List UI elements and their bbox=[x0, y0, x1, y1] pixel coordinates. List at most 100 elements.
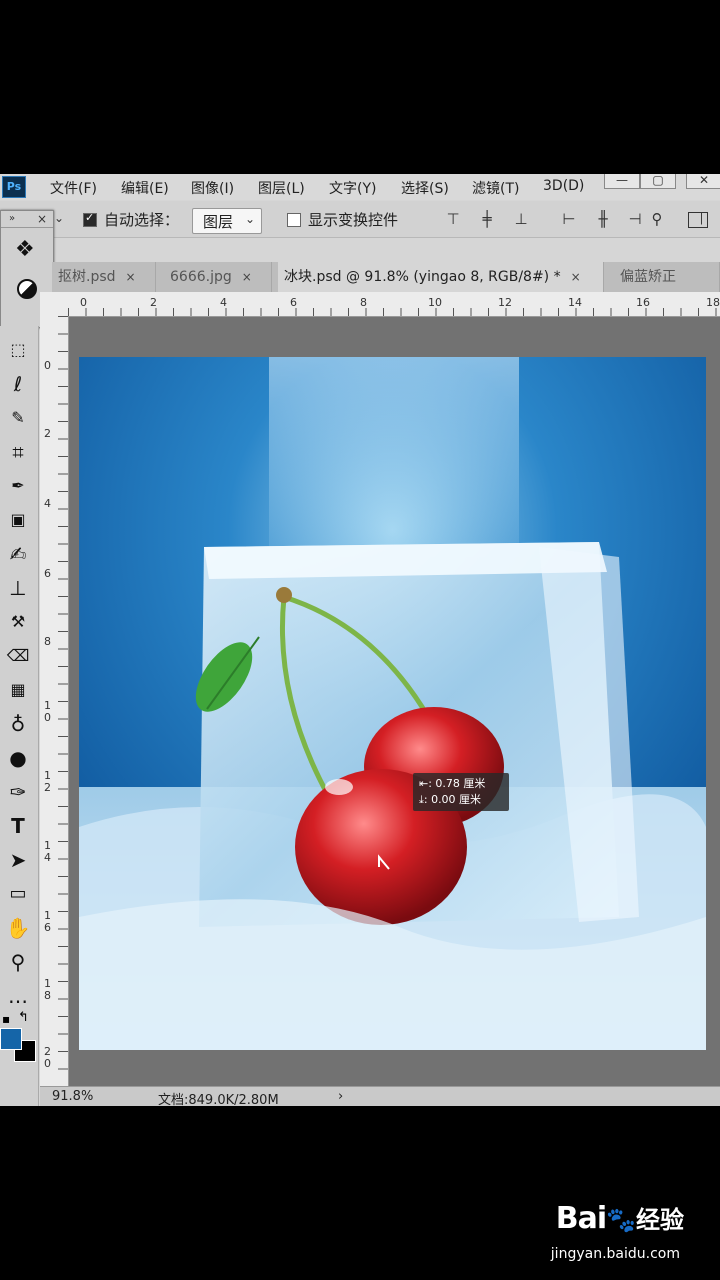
close-icon[interactable]: × bbox=[126, 270, 136, 284]
close-icon[interactable]: × bbox=[571, 270, 581, 284]
options-bar: ⌄ 自动选择： 图层 ⌄ 显示变换控件 ⊤ ╪ ⊥ ⊢ ╫ ⊣ ⚲ ▕ bbox=[0, 201, 720, 238]
ruler-ticks bbox=[68, 308, 720, 316]
ruler-tick: 1 2 bbox=[44, 769, 51, 794]
expand-panel-icon[interactable]: » bbox=[9, 213, 15, 224]
zoom-level[interactable]: 91.8% bbox=[52, 1089, 93, 1104]
tab-label: 抠树.psd bbox=[58, 269, 116, 285]
healing-brush-tool-icon[interactable]: ▣ bbox=[4, 506, 32, 534]
ruler-corner bbox=[40, 292, 69, 317]
ice-cherry-artwork bbox=[79, 357, 706, 1050]
document-canvas[interactable] bbox=[79, 357, 706, 1050]
chevron-right-icon[interactable]: › bbox=[338, 1089, 343, 1104]
tab-label: 6666.jpg bbox=[170, 269, 232, 285]
status-bar: 91.8% 文档:849.0K/2.80M › bbox=[40, 1086, 720, 1106]
tooltip-x-offset: ⇤: 0.78 厘米 bbox=[419, 777, 486, 790]
show-transform-label: 显示变换控件 bbox=[308, 211, 399, 229]
menu-3d[interactable]: 3D(D) bbox=[543, 178, 584, 194]
horizontal-ruler[interactable]: 0 2 4 6 8 10 12 14 16 18 bbox=[68, 292, 720, 317]
ruler-tick: 1 8 bbox=[44, 977, 51, 1002]
search-icon[interactable]: ⚲ bbox=[648, 210, 666, 228]
tab-label: 冰块.psd @ 91.8% (yingao 8, RGB/8#) * bbox=[284, 269, 561, 285]
menu-select[interactable]: 选择(S) bbox=[401, 178, 449, 198]
vertical-ruler[interactable]: 0 2 4 6 8 1 0 1 2 1 4 1 6 1 8 2 0 bbox=[40, 316, 69, 1096]
ruler-tick: 8 bbox=[44, 635, 51, 648]
show-transform-checkbox[interactable] bbox=[287, 213, 301, 227]
chevron-down-icon[interactable]: ⌄ bbox=[54, 211, 64, 225]
chevron-down-icon: ⌄ bbox=[245, 212, 256, 226]
menu-type[interactable]: 文字(Y) bbox=[329, 178, 376, 198]
tab-label: 偏蓝矫正 bbox=[620, 269, 676, 285]
path-select-tool-icon[interactable]: ➤ bbox=[4, 846, 32, 874]
tools-panel: ⬚ ℓ ✎ ⌗ ✒ ▣ ✍ ⊥ ⚒ ⌫ ▦ ♁ ● ✑ T ➤ ▭ ✋ ⚲ … … bbox=[0, 326, 39, 1106]
divider bbox=[1, 227, 53, 228]
tooltip-y-offset: ⤓: 0.00 厘米 bbox=[419, 793, 482, 806]
ruler-tick: 1 0 bbox=[44, 699, 51, 724]
ruler-ticks bbox=[58, 316, 68, 1096]
watermark-brand: Bai bbox=[555, 1201, 607, 1236]
ruler-tick: 4 bbox=[44, 497, 51, 510]
align-right-icon[interactable]: ⊣ bbox=[626, 210, 644, 228]
default-colors-icon[interactable]: ▪ bbox=[2, 1012, 10, 1026]
swap-colors-icon[interactable]: ↰ bbox=[18, 1010, 29, 1025]
tab-document[interactable]: 抠树.psd × bbox=[52, 262, 156, 292]
workspace-icon[interactable]: ▕ bbox=[688, 212, 708, 228]
type-tool-icon[interactable]: T bbox=[4, 812, 32, 840]
stamp-tool-icon[interactable]: ⊥ bbox=[4, 574, 32, 602]
close-window-button[interactable]: ✕ bbox=[686, 174, 720, 189]
ruler-tick: 1 4 bbox=[44, 839, 51, 864]
ps-logo: Ps bbox=[2, 176, 26, 198]
ruler-tick: 2 bbox=[44, 427, 51, 440]
minimize-button[interactable]: — bbox=[604, 174, 640, 189]
auto-select-label: 自动选择： bbox=[104, 211, 180, 229]
gradient-tool-icon[interactable]: ▦ bbox=[4, 676, 32, 704]
lasso-tool-icon[interactable]: ℓ bbox=[4, 370, 32, 398]
ruler-tick: 0 bbox=[44, 359, 51, 372]
paw-icon: 🐾 bbox=[606, 1206, 636, 1234]
blur-tool-icon[interactable]: ♁ bbox=[4, 710, 32, 738]
tab-document[interactable]: 6666.jpg × bbox=[164, 262, 272, 292]
crop-tool-icon[interactable]: ⌗ bbox=[4, 438, 32, 466]
tab-document-active[interactable]: 冰块.psd @ 91.8% (yingao 8, RGB/8#) * × bbox=[278, 262, 604, 292]
tab-document[interactable]: 偏蓝矫正 bbox=[614, 262, 720, 292]
close-icon[interactable]: × bbox=[242, 270, 252, 284]
document-tabs: 抠树.psd × 6666.jpg × 冰块.psd @ 91.8% (yingao… bbox=[52, 262, 720, 292]
ruler-tick: 6 bbox=[44, 567, 51, 580]
eyedropper-tool-icon[interactable]: ✒ bbox=[4, 472, 32, 500]
auto-select-dropdown[interactable]: 图层 ⌄ bbox=[192, 208, 262, 234]
align-hcenter-icon[interactable]: ╫ bbox=[594, 210, 612, 228]
close-icon[interactable]: × bbox=[37, 212, 47, 226]
watermark-brand-suffix: 经验 bbox=[636, 1206, 684, 1234]
document-size: 文档:849.0K/2.80M bbox=[158, 1093, 279, 1106]
menu-layer[interactable]: 图层(L) bbox=[258, 178, 305, 198]
pen-tool-icon[interactable]: ✑ bbox=[4, 778, 32, 806]
baidu-watermark: Bai🐾经验 bbox=[556, 1200, 684, 1236]
hand-tool-icon[interactable]: ✋ bbox=[4, 914, 32, 942]
menu-filter[interactable]: 滤镜(T) bbox=[472, 178, 519, 198]
menu-image[interactable]: 图像(I) bbox=[191, 178, 234, 198]
photoshop-window: Ps 文件(F) 编辑(E) 图像(I) 图层(L) 文字(Y) 选择(S) 滤… bbox=[0, 174, 720, 1106]
foreground-color-swatch[interactable] bbox=[0, 1028, 22, 1050]
adjustments-icon[interactable] bbox=[17, 279, 37, 299]
align-vcenter-icon[interactable]: ╪ bbox=[478, 210, 496, 228]
maximize-button[interactable]: ▢ bbox=[640, 174, 676, 189]
history-brush-tool-icon[interactable]: ⚒ bbox=[4, 608, 32, 636]
canvas-area[interactable]: ⇤: 0.78 厘米 ⤓: 0.00 厘米 bbox=[69, 317, 720, 1086]
menu-file[interactable]: 文件(F) bbox=[50, 178, 97, 198]
align-left-icon[interactable]: ⊢ bbox=[560, 210, 578, 228]
auto-select-value: 图层 bbox=[203, 213, 234, 231]
marquee-tool-icon[interactable]: ⬚ bbox=[4, 336, 32, 364]
eraser-tool-icon[interactable]: ⌫ bbox=[4, 642, 32, 670]
rectangle-tool-icon[interactable]: ▭ bbox=[4, 880, 32, 908]
quick-select-tool-icon[interactable]: ✎ bbox=[4, 404, 32, 432]
brush-tool-icon[interactable]: ✍ bbox=[4, 540, 32, 568]
watermark-url: jingyan.baidu.com bbox=[550, 1246, 680, 1262]
auto-select-checkbox[interactable] bbox=[83, 211, 97, 227]
more-tools-icon[interactable]: … bbox=[4, 982, 32, 1010]
layers-icon[interactable]: ❖ bbox=[15, 237, 35, 262]
dodge-tool-icon[interactable]: ● bbox=[4, 744, 32, 772]
zoom-tool-icon[interactable]: ⚲ bbox=[4, 948, 32, 976]
align-top-icon[interactable]: ⊤ bbox=[444, 210, 462, 228]
align-bottom-icon[interactable]: ⊥ bbox=[512, 210, 530, 228]
menu-bar: Ps 文件(F) 编辑(E) 图像(I) 图层(L) 文字(Y) 选择(S) 滤… bbox=[0, 174, 720, 200]
menu-edit[interactable]: 编辑(E) bbox=[121, 178, 169, 198]
